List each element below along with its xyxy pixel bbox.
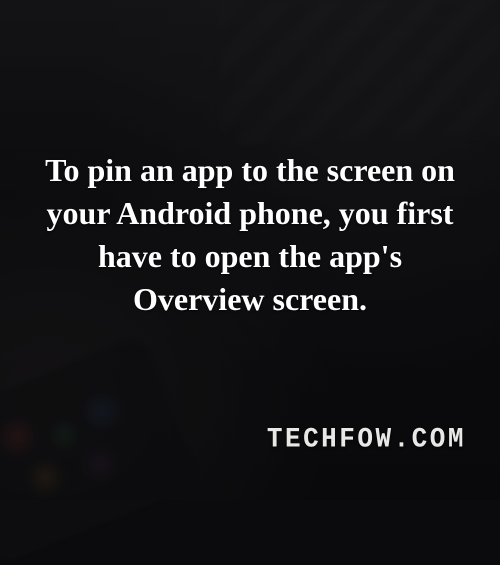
site-watermark: TECHFOW.COM bbox=[267, 423, 466, 455]
instruction-text: To pin an app to the screen on your Andr… bbox=[35, 149, 465, 322]
